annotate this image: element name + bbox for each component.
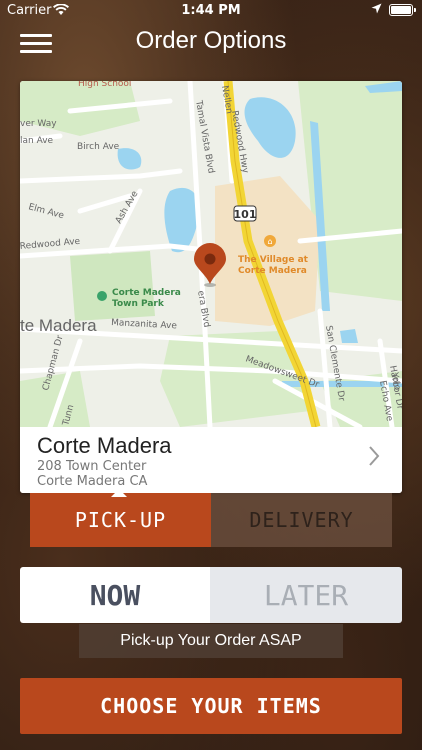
hwy-101-label: 101: [234, 208, 257, 221]
store-address: 208 Town Center Corte Madera CA: [37, 459, 147, 489]
now-option[interactable]: NOW: [20, 567, 210, 623]
store-name: Corte Madera: [37, 433, 172, 458]
map-label-village-1: The Village at: [238, 255, 309, 265]
store-info-row[interactable]: Corte Madera 208 Town Center Corte Mader…: [20, 427, 402, 493]
pickup-tab[interactable]: PICK-UP: [30, 493, 211, 547]
map-label-birch-ave: Birch Ave: [77, 142, 120, 152]
location-card: 101 ⌂ High School ver Way lan Ave Birch …: [20, 81, 402, 493]
location-arrow-icon: [371, 3, 382, 17]
map-label-ver-way: ver Way: [20, 119, 57, 129]
svg-text:⌂: ⌂: [267, 237, 272, 246]
page-title: Order Options: [135, 27, 287, 54]
status-bar: Carrier 1:44 PM: [0, 0, 422, 22]
address-line-2: Corte Madera CA: [37, 474, 148, 489]
map-label-town: te Madera: [20, 316, 97, 335]
address-line-1: 208 Town Center: [37, 459, 147, 474]
map-label-park-2: Town Park: [112, 299, 165, 309]
chevron-right-icon: [368, 445, 380, 471]
pickup-hint: Pick-up Your Order ASAP: [79, 624, 343, 658]
store-map[interactable]: 101 ⌂ High School ver Way lan Ave Birch …: [20, 81, 402, 427]
delivery-tab[interactable]: DELIVERY: [211, 493, 392, 547]
choose-items-button[interactable]: CHOOSE YOUR ITEMS: [20, 678, 402, 734]
map-label-park-1: Corte Madera: [112, 288, 181, 298]
map-label-high-school: High School: [78, 81, 131, 89]
map-label-village-2: Corte Madera: [238, 266, 307, 276]
clock: 1:44 PM: [181, 3, 241, 18]
battery-icon: [389, 4, 416, 16]
later-option[interactable]: LATER: [210, 567, 402, 623]
selection-notch: [111, 489, 127, 497]
map-label-lan-ave: lan Ave: [20, 136, 54, 146]
